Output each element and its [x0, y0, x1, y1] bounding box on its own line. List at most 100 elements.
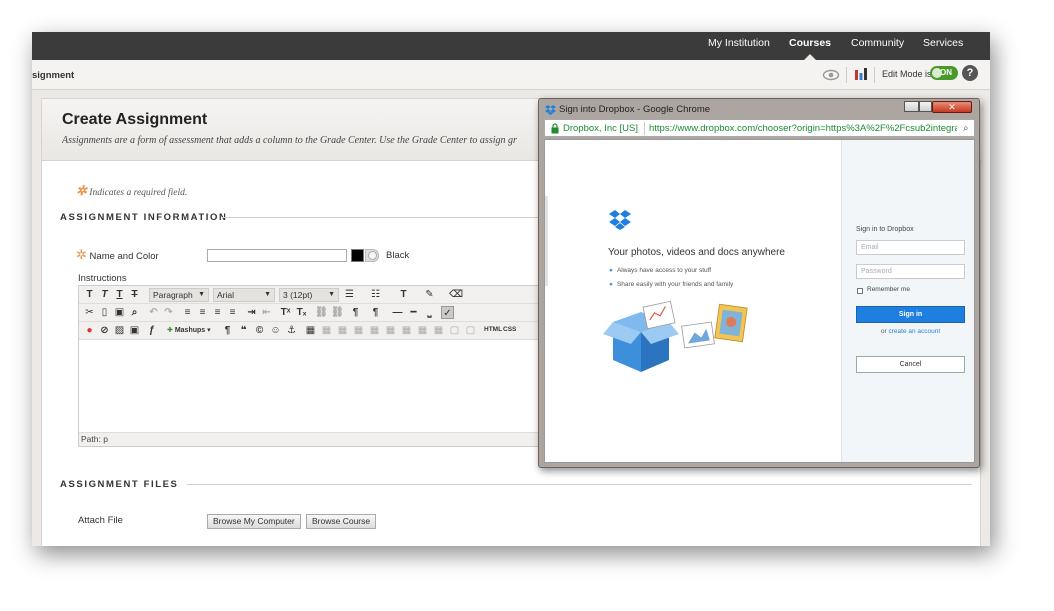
superscript-icon[interactable]: Tˣ — [279, 306, 292, 319]
attach-file-label: Attach File — [78, 515, 123, 526]
nav-services[interactable]: Services — [923, 32, 963, 60]
size-select-value: 3 (12pt) — [283, 290, 313, 300]
delete-col-icon[interactable]: ▦ — [432, 324, 445, 337]
youtube-icon[interactable]: ● — [83, 324, 96, 337]
top-navigation: My Institution Courses Community Service… — [32, 32, 990, 60]
split-cell-icon[interactable]: ▢ — [448, 324, 461, 337]
cancel-button[interactable]: Cancel — [856, 356, 965, 373]
insert-image-icon[interactable]: ▨ — [113, 324, 126, 337]
css-button[interactable]: CSS — [503, 326, 516, 333]
chevron-down-icon: ▼ — [328, 291, 335, 298]
secure-origin-label: Dropbox, Inc [US] — [563, 123, 638, 134]
instructions-label: Instructions — [78, 273, 127, 284]
minimize-icon[interactable] — [904, 101, 919, 112]
required-note: ✲ Indicates a required field. — [76, 183, 187, 199]
nav-my-institution[interactable]: My Institution — [708, 32, 770, 60]
paragraph-mark-icon[interactable]: ¶ — [221, 324, 234, 337]
insert-col-before-icon[interactable]: ▦ — [400, 324, 413, 337]
section-rule — [222, 217, 542, 218]
scrollbar[interactable] — [545, 196, 548, 286]
breadcrumb[interactable]: signment — [32, 70, 74, 81]
browse-course-button[interactable]: Browse Course — [306, 514, 377, 529]
insert-media-icon[interactable]: ▣ — [128, 324, 141, 337]
performance-chart-icon[interactable] — [854, 67, 868, 81]
horizontal-line-icon[interactable]: ━ — [407, 306, 420, 319]
nonbreaking-space-icon[interactable]: ⎵ — [423, 306, 436, 319]
delete-row-icon[interactable]: ▦ — [384, 324, 397, 337]
table-cell-props-icon[interactable]: ▦ — [336, 324, 349, 337]
editor-toolbar-row-3: ● ⊘ ▨ ▣ ƒ ✚ Mashups ▾ ¶ ❝ © ☺ ⚓ ▦ ▦ ▦ ▦ … — [79, 322, 547, 340]
email-field[interactable]: Email — [856, 240, 965, 255]
highlight-pen-icon[interactable]: ✎ — [423, 288, 436, 301]
bullet-list-icon[interactable]: ☰ — [343, 288, 356, 301]
align-right-icon[interactable]: ≡ — [211, 306, 224, 319]
dropbox-signin-window: Sign into Dropbox - Google Chrome ✕ Drop… — [538, 98, 980, 468]
close-icon[interactable]: ✕ — [932, 101, 972, 113]
indent-icon[interactable]: ⇥ — [245, 306, 258, 319]
align-center-icon[interactable]: ≡ — [196, 306, 209, 319]
sign-in-button[interactable]: Sign in — [856, 306, 965, 323]
eye-icon[interactable] — [822, 66, 840, 84]
font-select[interactable]: Arial ▼ — [213, 288, 275, 302]
cut-icon[interactable]: ✂ — [83, 306, 96, 319]
signin-title: Sign in to Dropbox — [856, 226, 914, 233]
name-input[interactable] — [207, 249, 347, 262]
text-underline-icon[interactable]: T — [113, 288, 126, 301]
link-icon[interactable]: ⛓ — [315, 306, 328, 319]
color-swatch[interactable] — [351, 249, 364, 262]
find-icon[interactable]: ⌕ — [128, 306, 141, 319]
browse-my-computer-button[interactable]: Browse My Computer — [207, 514, 301, 529]
text-strikethrough-icon[interactable]: T — [128, 288, 141, 301]
align-left-icon[interactable]: ≡ — [181, 306, 194, 319]
password-field[interactable]: Password — [856, 264, 965, 279]
paste-icon[interactable]: ▣ — [113, 306, 126, 319]
spellcheck-icon[interactable]: ✓ — [441, 306, 454, 319]
numbered-list-icon[interactable]: ☷ — [369, 288, 382, 301]
insert-col-after-icon[interactable]: ▦ — [416, 324, 429, 337]
address-bar[interactable]: Dropbox, Inc [US] https://www.dropbox.co… — [544, 119, 975, 137]
insert-row-after-icon[interactable]: ▦ — [368, 324, 381, 337]
blockquote-icon[interactable]: ❝ — [237, 324, 250, 337]
help-icon[interactable]: ? — [962, 65, 978, 81]
attach-icon[interactable]: ⊘ — [98, 324, 111, 337]
url-divider — [644, 122, 645, 135]
url-text[interactable]: https://www.dropbox.com/chooser?origin=h… — [649, 123, 957, 134]
html-source-button[interactable]: HTML — [484, 326, 502, 333]
align-justify-icon[interactable]: ≡ — [226, 306, 239, 319]
size-select[interactable]: 3 (12pt) ▼ — [279, 288, 339, 302]
nav-community[interactable]: Community — [851, 32, 904, 60]
copy-icon[interactable]: ▯ — [98, 306, 111, 319]
section-rule — [187, 484, 972, 485]
emoticon-icon[interactable]: ☺ — [269, 324, 282, 337]
instructions-editor[interactable]: T T T T Paragraph ▼ Arial ▼ 3 (12pt) ▼ ☰ ☷ … — [78, 285, 548, 447]
horizontal-rule-icon[interactable]: — — [391, 306, 404, 319]
table-row-props-icon[interactable]: ▦ — [320, 324, 333, 337]
subscript-icon[interactable]: Tₓ — [295, 306, 308, 319]
format-select[interactable]: Paragraph ▼ — [149, 288, 209, 302]
undo-icon[interactable]: ↶ — [147, 306, 160, 319]
rtl-direction-icon[interactable]: ¶ — [369, 306, 382, 319]
redo-icon[interactable]: ↷ — [162, 306, 175, 319]
outdent-icon[interactable]: ⇤ — [260, 306, 273, 319]
unlink-icon[interactable]: ⛓ — [331, 306, 344, 319]
text-bold-icon[interactable]: T — [83, 288, 96, 301]
maximize-icon[interactable] — [919, 101, 932, 112]
color-picker-button[interactable] — [365, 249, 379, 262]
insert-table-icon[interactable]: ▦ — [304, 324, 317, 337]
zoom-icon[interactable]: ⌕ — [963, 123, 969, 134]
merge-cells-icon[interactable]: ▢ — [464, 324, 477, 337]
section-heading-files: ASSIGNMENT FILES — [60, 479, 179, 490]
anchor-icon[interactable]: ⚓ — [285, 324, 298, 337]
ltr-direction-icon[interactable]: ¶ — [349, 306, 362, 319]
eraser-icon[interactable]: ⌫ — [449, 288, 463, 301]
math-formula-icon[interactable]: ƒ — [145, 324, 158, 337]
mashups-menu[interactable]: ✚ Mashups ▾ — [167, 326, 211, 334]
edit-mode-toggle[interactable]: ON — [930, 66, 958, 80]
remember-me-checkbox[interactable] — [857, 288, 863, 294]
text-italic-icon[interactable]: T — [98, 288, 111, 301]
copyright-icon[interactable]: © — [253, 324, 266, 337]
text-color-icon[interactable]: T — [397, 288, 410, 301]
nav-courses[interactable]: Courses — [789, 32, 831, 60]
create-account-link[interactable]: create an account — [888, 328, 940, 335]
insert-row-before-icon[interactable]: ▦ — [352, 324, 365, 337]
